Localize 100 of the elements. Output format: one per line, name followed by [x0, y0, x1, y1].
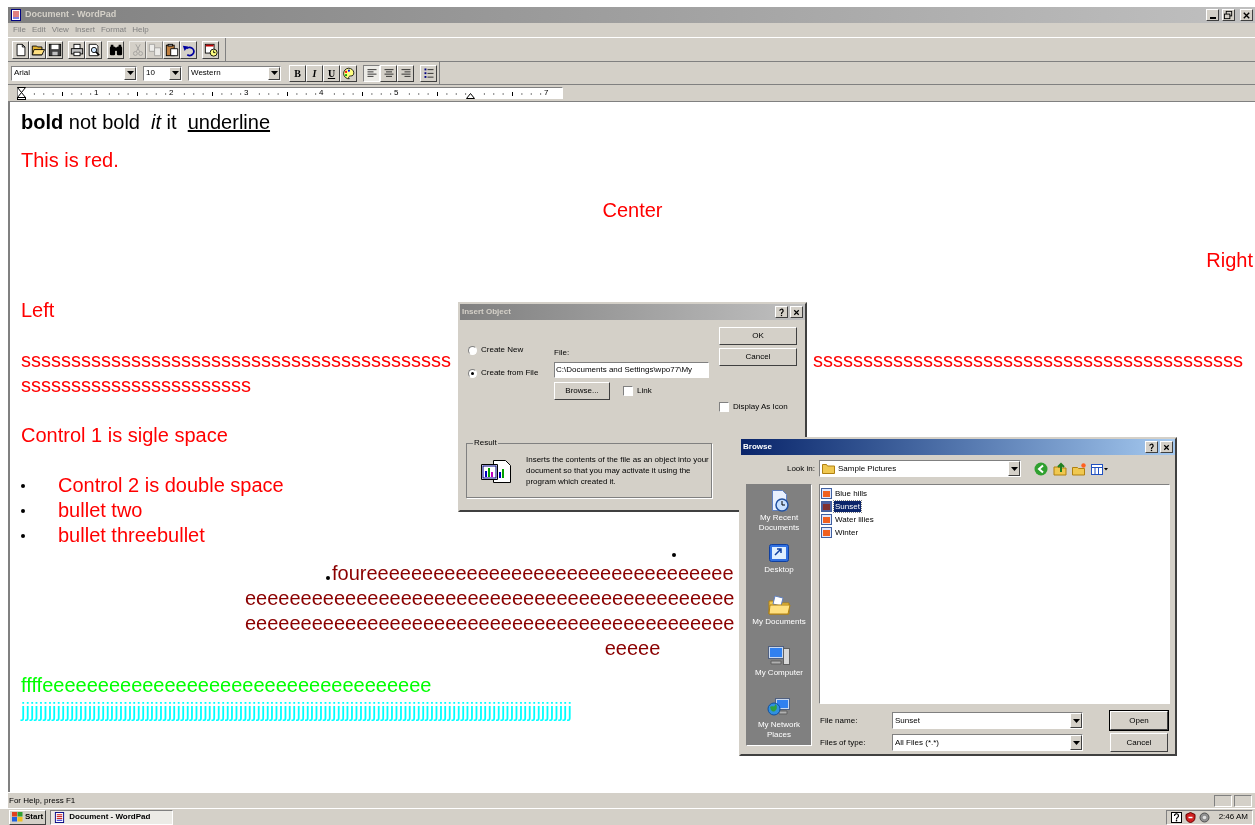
- close-icon: [1241, 10, 1252, 20]
- dropdown-button[interactable]: [268, 66, 280, 80]
- dialog-title: Insert Object: [462, 306, 511, 318]
- dropdown-button[interactable]: [169, 66, 181, 80]
- magnifier-page-icon: [86, 42, 101, 57]
- field-label: Look in:: [785, 462, 815, 475]
- bullets-button[interactable]: [420, 64, 437, 82]
- close-button[interactable]: [790, 306, 803, 318]
- dialog-button[interactable]: Open: [1110, 711, 1168, 730]
- close-icon: [792, 307, 801, 317]
- start-button[interactable]: Start: [9, 809, 47, 825]
- color-button[interactable]: [340, 64, 357, 82]
- page-icon: [13, 42, 28, 57]
- views-button[interactable]: [1091, 461, 1108, 476]
- date-time-button[interactable]: [202, 40, 219, 59]
- ruler-number: 7: [543, 88, 550, 98]
- text-line: This is red.: [21, 148, 119, 173]
- places-item[interactable]: Desktop: [748, 539, 810, 590]
- text-line: eeeeeeeeeeeeeeeeeeeeeeeeeeeeeeeeeeeeeeeeeeee: [245, 586, 735, 611]
- places-item[interactable]: My Documents: [748, 591, 810, 642]
- list-item[interactable]: Blue hills: [834, 488, 868, 499]
- font-combo-box[interactable]: Arial: [11, 65, 137, 81]
- ruler-number: 4: [318, 88, 325, 98]
- dropdown-button[interactable]: [1070, 713, 1082, 728]
- radio-button[interactable]: [468, 345, 477, 355]
- save-button[interactable]: [46, 40, 63, 59]
- help-icon: [1147, 442, 1156, 452]
- print-button[interactable]: [68, 40, 85, 59]
- text-line: ffffeeeeeeeeeeeeeeeeeeeeeeeeeeeeeeeeeee: [21, 673, 432, 698]
- bold-button[interactable]: B: [289, 64, 306, 82]
- result-description: Inserts the contents of the file as an object into your document so that you may activate it using the program which created it.: [526, 454, 710, 487]
- new-folder-icon: [1072, 461, 1086, 476]
- combo-box[interactable]: All Files (*.*): [892, 734, 1083, 751]
- radio-option[interactable]: Create New: [466, 342, 554, 358]
- ruler-number: 5: [393, 88, 400, 98]
- clipboard-icon: [164, 42, 179, 57]
- palette-icon: [342, 66, 355, 80]
- combo-value: All Files (*.*): [894, 736, 939, 749]
- checkbox-option[interactable]: Display As Icon: [719, 401, 797, 413]
- places-item[interactable]: My Recent Documents: [748, 488, 810, 538]
- help-button[interactable]: [1145, 441, 1158, 453]
- open-button[interactable]: [29, 40, 46, 59]
- bullet-icon: [21, 508, 25, 513]
- align-left-button[interactable]: [363, 64, 380, 82]
- field-label: Files of type:: [819, 736, 867, 749]
- minimize-button[interactable]: [1206, 9, 1219, 21]
- checkbox-option[interactable]: Link: [623, 385, 652, 397]
- bullet-icon: [672, 552, 676, 557]
- places-item[interactable]: My Computer: [748, 643, 810, 694]
- close-icon: [1162, 442, 1171, 452]
- list-item[interactable]: Sunset: [834, 501, 861, 512]
- paste-button[interactable]: [163, 40, 180, 59]
- places-item[interactable]: My Network Places: [748, 695, 810, 745]
- align-center-button[interactable]: [380, 64, 397, 82]
- text-line: eeeeeeeeeeeeeeeeeeeeeeeeeeeeeeeeeeeeeeeeeeee: [245, 611, 735, 636]
- underline-button[interactable]: U: [323, 64, 340, 82]
- checkbox[interactable]: [719, 402, 729, 412]
- text-line: eeeee: [604, 636, 661, 661]
- browse-button[interactable]: Browse...: [554, 382, 610, 400]
- script-combo-box[interactable]: Western: [188, 65, 281, 81]
- italic-button[interactable]: I: [306, 64, 323, 82]
- back-button[interactable]: [1034, 461, 1048, 476]
- find-button[interactable]: [107, 40, 124, 59]
- align-right-button[interactable]: [397, 64, 414, 82]
- dialog-button[interactable]: OK: [719, 327, 797, 345]
- status-panel: [1214, 794, 1232, 807]
- undo-button[interactable]: [180, 40, 197, 59]
- checkbox[interactable]: [623, 386, 633, 396]
- align-right-icon: [399, 67, 412, 79]
- status-panel: [1234, 794, 1252, 807]
- dropdown-button[interactable]: [124, 66, 136, 80]
- up-folder-button[interactable]: [1053, 461, 1067, 476]
- text-line: sssssssssssssssssssssss: [21, 373, 251, 398]
- ruler-number: 1: [93, 88, 100, 98]
- list-item[interactable]: Winter: [834, 527, 860, 538]
- radio-button[interactable]: [468, 368, 477, 378]
- help-button[interactable]: [775, 306, 788, 318]
- taskbar-button[interactable]: Document - WordPad: [50, 809, 174, 825]
- font-size-combo-box[interactable]: 10: [143, 65, 182, 81]
- field-label: File:: [554, 347, 571, 359]
- dropdown-button[interactable]: [1070, 735, 1082, 750]
- scissors-icon: [130, 42, 145, 57]
- look-in-combo-box[interactable]: Sample Pictures: [819, 460, 1021, 477]
- dialog-button[interactable]: Cancel: [719, 348, 797, 366]
- file-path-field[interactable]: C:\Documents and Settings\wpo77\My: [554, 362, 709, 378]
- list-item[interactable]: Water lilies: [834, 514, 875, 525]
- new-document-button[interactable]: [12, 40, 29, 59]
- ruler-number: 3: [243, 88, 250, 98]
- radio-option[interactable]: Create from File: [466, 365, 554, 381]
- window-title: Document - WordPad: [25, 8, 117, 22]
- close-button[interactable]: [1240, 9, 1253, 21]
- print-preview-button[interactable]: [85, 40, 102, 59]
- restore-button[interactable]: [1222, 9, 1235, 21]
- text-line: Left: [21, 298, 55, 323]
- combo-box[interactable]: Sunset: [892, 712, 1083, 729]
- close-button[interactable]: [1160, 441, 1173, 453]
- bullet-list-icon: [422, 67, 435, 79]
- combo-value: 10: [145, 67, 155, 79]
- dropdown-button[interactable]: [1008, 461, 1020, 476]
- dialog-button[interactable]: Cancel: [1110, 733, 1168, 752]
